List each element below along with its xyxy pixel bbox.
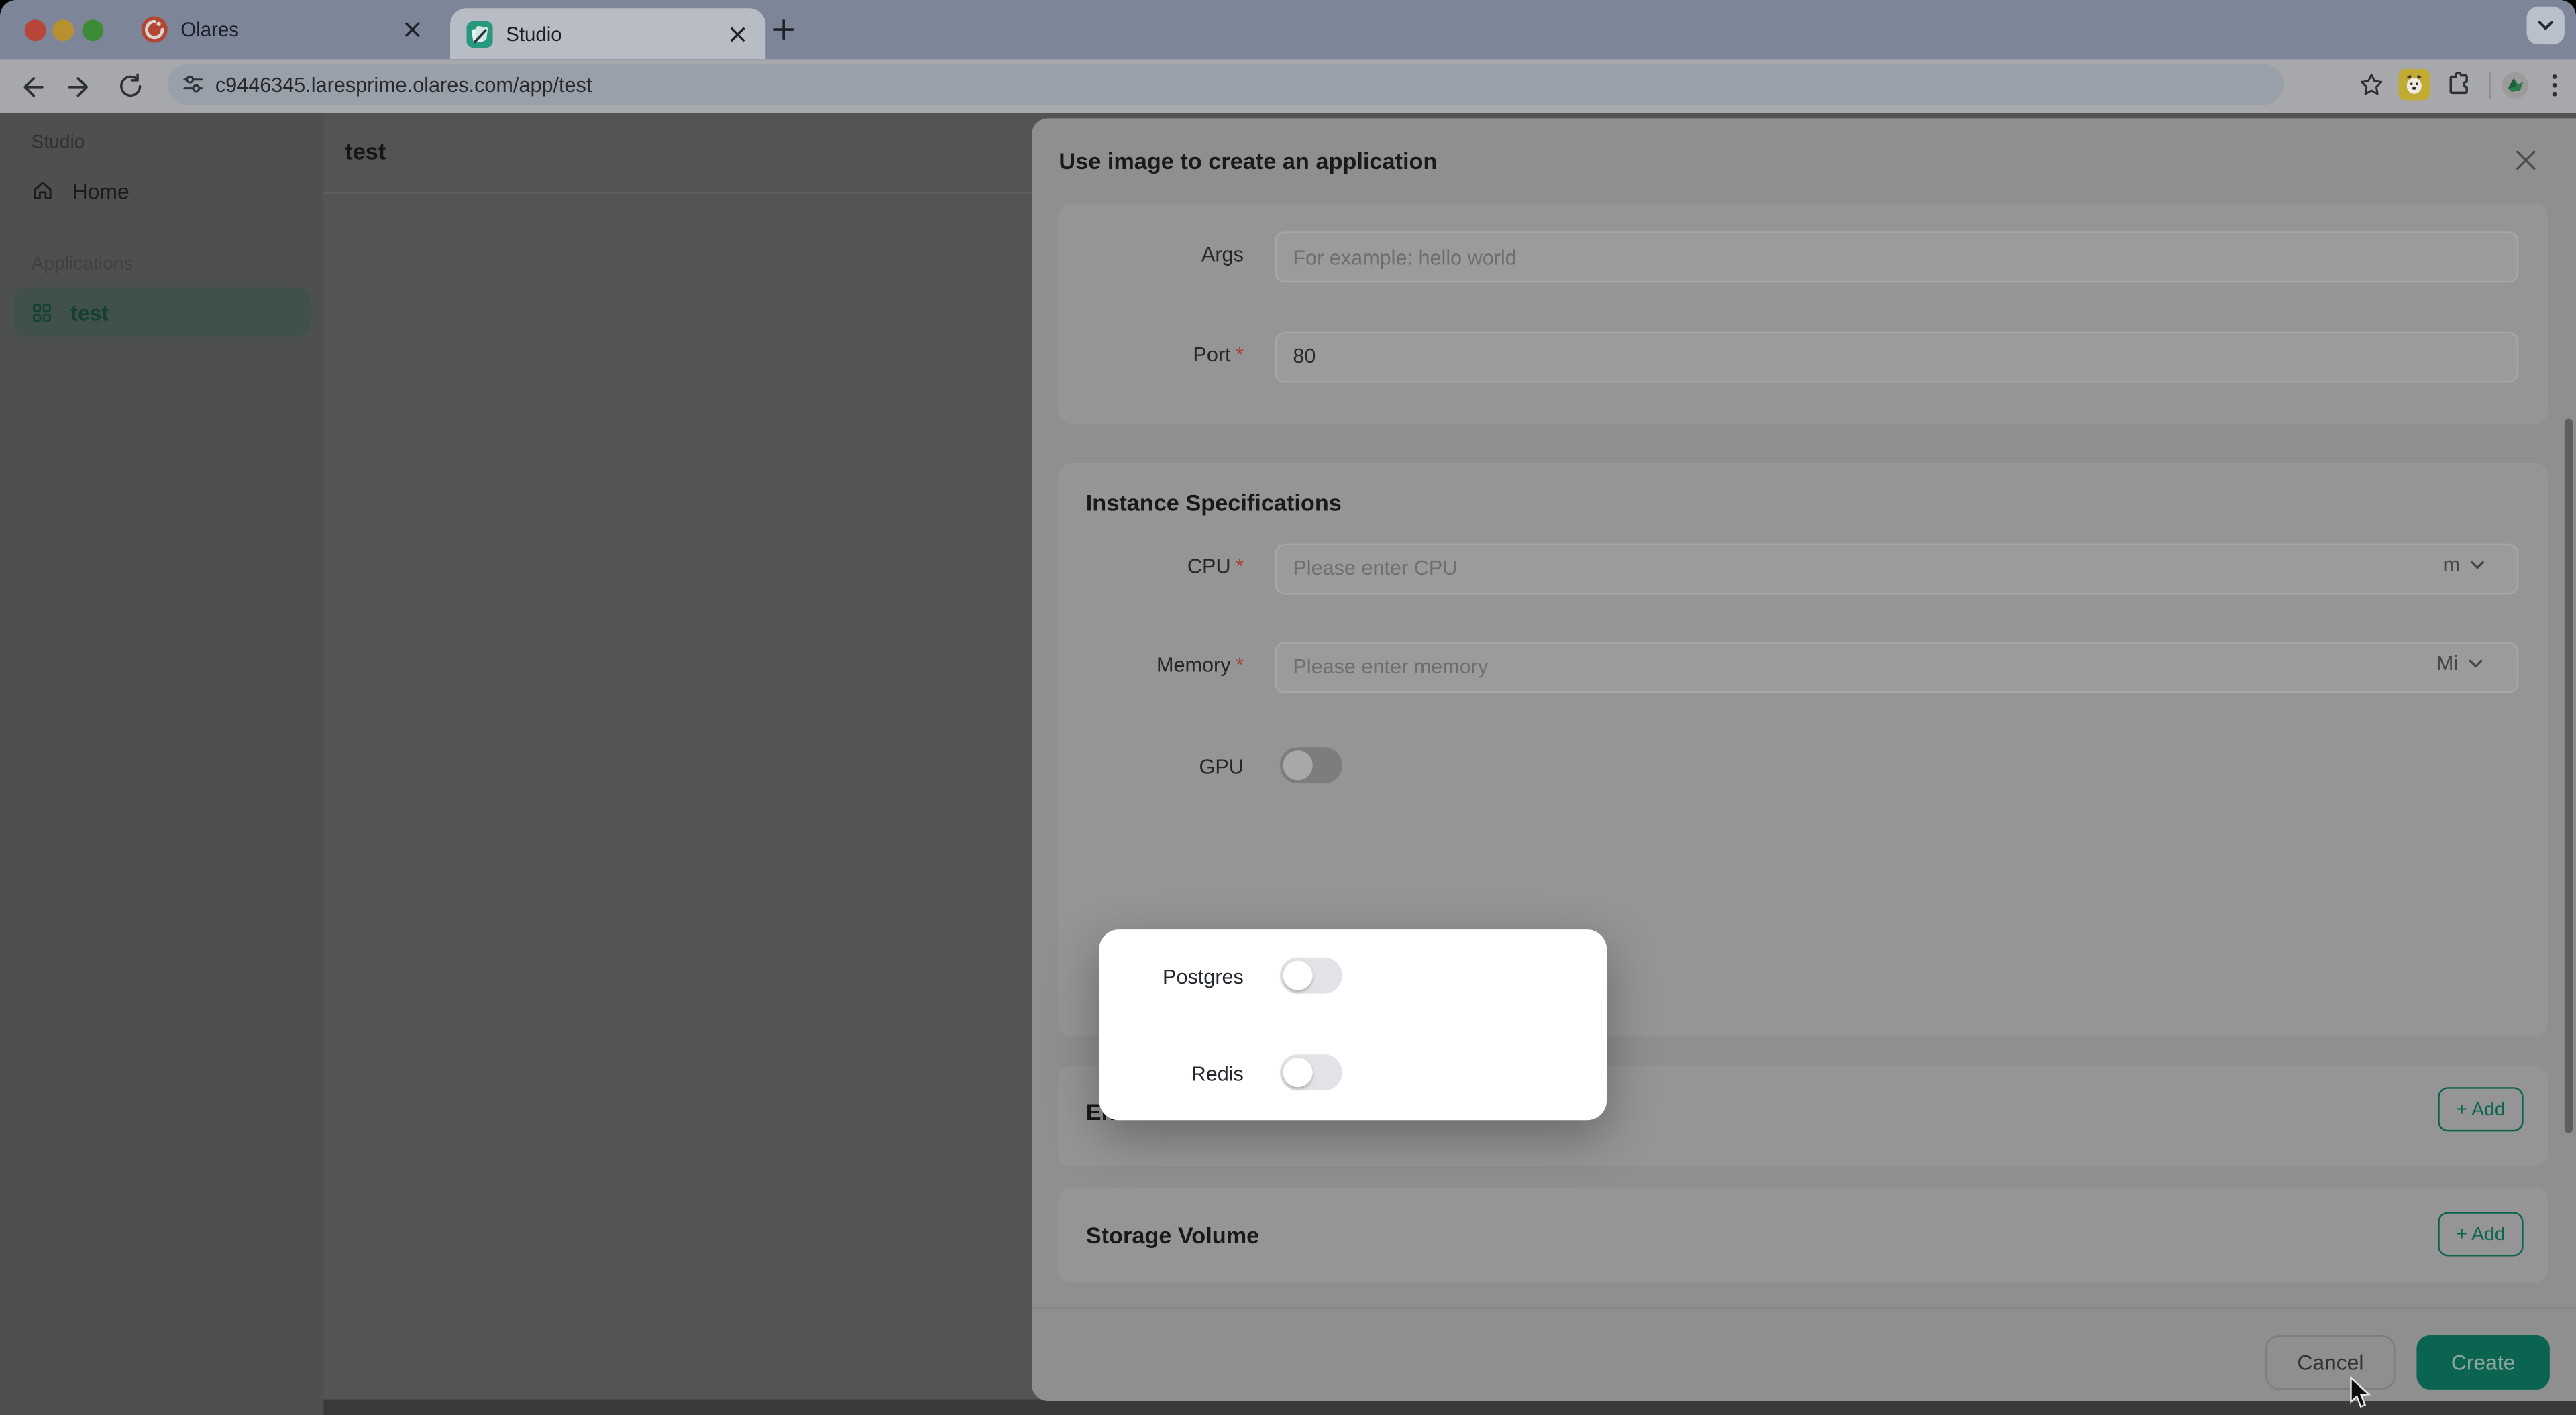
section-title-instance-specifications: Instance Specifications [1086,490,1342,516]
general-fields-card: Args Port* [1058,204,2548,424]
tab-label: Studio [506,22,713,45]
reload-icon[interactable] [109,65,152,108]
memory-input[interactable] [1275,641,2518,692]
tab-close-icon[interactable] [401,18,424,41]
browser-window: Olares Studio [0,0,2576,1415]
url-text: c9446345.laresprime.olares.com/app/test [215,73,592,96]
toggle-knob [1283,1058,1313,1087]
page-title: test [345,138,386,164]
app-page: Studio Home Applications test test Use i… [0,113,2576,1415]
sidebar-item-home[interactable]: Home [13,166,311,215]
chevron-down-icon [2468,655,2484,671]
studio-favicon-icon [467,21,493,47]
traffic-light-zoom-icon[interactable] [81,19,103,40]
toolbar-divider [2489,72,2490,98]
menu-dots-icon[interactable] [2540,63,2569,106]
create-application-modal: Use image to create an application Args … [1031,117,2576,1400]
required-asterisk: * [1236,343,1244,365]
extension-dog-icon[interactable] [2399,69,2430,101]
required-asterisk: * [1236,555,1244,577]
sidebar-item-label: Home [72,178,129,203]
redis-label: Redis [1099,1062,1244,1084]
tab-label: Olares [180,18,388,41]
cpu-label: CPU* [1058,555,1244,577]
args-input[interactable] [1275,231,2518,282]
sidebar-section-studio: Studio [0,113,323,153]
gpu-label: GPU [1058,756,1244,779]
extensions-puzzle-icon[interactable] [2441,63,2477,106]
toggle-knob [1283,750,1313,780]
memory-unit-select[interactable]: Mi [2436,652,2485,675]
tab-strip: Olares Studio [0,0,2576,59]
modal-title: Use image to create an application [1059,147,1437,173]
sidebar-item-test-app[interactable]: test [13,288,311,337]
forward-icon[interactable] [59,65,102,108]
memory-unit-value: Mi [2436,652,2458,675]
gpu-toggle[interactable] [1280,747,1342,783]
tab-olares[interactable]: Olares [125,0,440,59]
port-label: Port* [1058,343,1244,365]
tab-close-icon[interactable] [726,22,749,45]
back-icon[interactable] [10,65,53,108]
args-label: Args [1058,243,1244,266]
sidebar-item-label: test [70,300,109,325]
site-settings-icon[interactable] [180,72,205,97]
toggle-knob [1283,961,1313,990]
footer-divider [1031,1307,2576,1308]
traffic-light-minimize-icon[interactable] [52,19,74,40]
url-bar[interactable]: c9446345.laresprime.olares.com/app/test [168,64,2284,105]
spotlight-highlight-card: Postgres Redis [1099,929,1607,1120]
home-icon [32,179,54,202]
chevron-down-icon [2470,557,2486,573]
chevron-down-icon[interactable] [2527,7,2565,44]
port-input[interactable] [1275,331,2518,382]
cpu-unit-value: m [2443,553,2461,576]
tab-studio[interactable]: Studio [450,8,765,59]
postgres-toggle[interactable] [1280,958,1342,994]
profile-avatar[interactable] [2502,72,2528,98]
required-asterisk: * [1236,653,1244,675]
page-bottom-strip [323,1400,2576,1415]
close-icon[interactable] [2513,147,2538,172]
redis-toggle[interactable] [1280,1054,1342,1090]
cpu-unit-select[interactable]: m [2443,553,2487,576]
traffic-light-close-icon[interactable] [24,19,46,40]
storage-volume-card: Storage Volume + Add [1058,1186,2548,1282]
sidebar: Studio Home Applications test [0,113,323,1415]
bookmark-star-icon[interactable] [2354,63,2387,106]
apps-grid-icon [32,301,53,323]
section-title-storage-volume: Storage Volume [1086,1221,1259,1247]
create-button[interactable]: Create [2416,1335,2549,1390]
new-tab-icon[interactable] [769,15,798,44]
add-environment-variable-button[interactable]: + Add [2438,1087,2523,1131]
add-storage-volume-button[interactable]: + Add [2438,1212,2523,1256]
toolbar-right-icons [2354,64,2569,105]
memory-label: Memory* [1058,653,1244,675]
modal-scrollbar[interactable] [2564,418,2572,1133]
sidebar-section-applications: Applications [0,215,323,274]
olares-favicon-icon [142,16,168,42]
cancel-button[interactable]: Cancel [2265,1335,2395,1390]
cpu-input[interactable] [1275,543,2518,593]
postgres-label: Postgres [1099,965,1244,988]
cursor-pointer-icon [2349,1376,2372,1409]
